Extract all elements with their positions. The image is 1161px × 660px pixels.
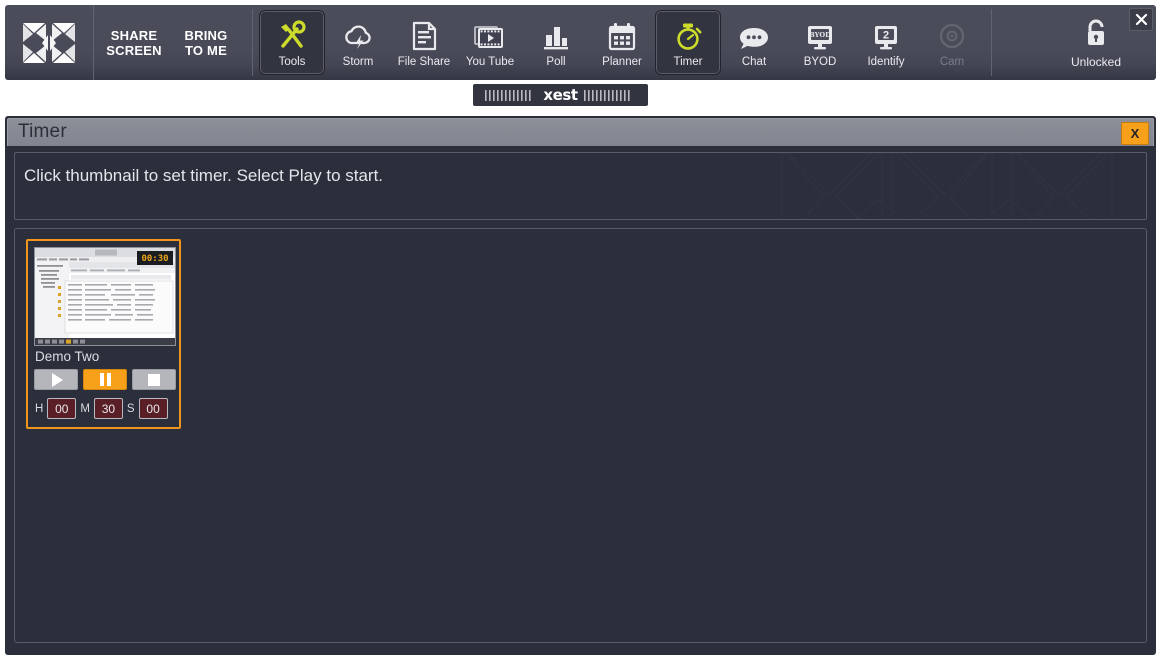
minutes-input[interactable]: 30	[93, 398, 123, 419]
padlock-open-icon	[1088, 19, 1104, 45]
toolbar-item-file-share-label: File Share	[397, 55, 451, 68]
play-icon	[52, 372, 63, 387]
timer-instruction-box: Click thumbnail to set timer. Select Pla…	[14, 152, 1147, 220]
toolbar-item-tools-label: Tools	[278, 55, 306, 68]
timer-panel: Timer X Click thumbnail to set timer. Se…	[5, 116, 1156, 655]
timer-panel-title: Timer	[18, 121, 67, 142]
timer-panel-titlebar: Timer X	[7, 118, 1154, 146]
brand-strip: xest	[473, 84, 648, 106]
watermark-x-logo-icon	[781, 153, 1113, 219]
bring-to-me-button[interactable]: BRING TO ME	[170, 5, 242, 80]
share-screen-button[interactable]: SHARE SCREEN	[98, 5, 170, 80]
pause-icon	[99, 373, 111, 386]
hash-left-decoration	[485, 89, 531, 101]
stop-icon	[148, 373, 160, 386]
toolbar-item-planner[interactable]: Planner	[589, 10, 655, 75]
share-screen-line2: SCREEN	[106, 42, 162, 58]
calendar-icon	[606, 18, 638, 52]
file-share-icon	[409, 18, 439, 52]
hours-label: H	[35, 402, 44, 415]
poll-bars-icon	[540, 18, 572, 52]
toolbar-item-youtube[interactable]: You Tube	[457, 10, 523, 75]
bring-to-me-line1: BRING	[184, 27, 228, 43]
toolbar-item-cam[interactable]: Cam	[919, 10, 985, 75]
byod-monitor-icon: BYOD	[803, 18, 837, 52]
svg-text:BYOD: BYOD	[809, 31, 831, 39]
toolbar-item-chat-label: Chat	[741, 55, 767, 68]
timer-card-name: Demo Two	[35, 349, 100, 364]
hours-input[interactable]: 00	[47, 398, 77, 419]
lock-status-label: Unlocked	[1070, 54, 1122, 69]
identify-monitor-icon: 2	[869, 18, 903, 52]
screenshot-thumbnail-icon: 00:30	[35, 248, 175, 345]
toolbar-item-poll-label: Poll	[546, 55, 566, 68]
toolbar-item-file-share[interactable]: File Share	[391, 10, 457, 75]
timer-thumbnail[interactable]: 00:30	[34, 247, 176, 346]
tools-icon	[276, 18, 308, 52]
app-logo	[5, 5, 94, 80]
toolbar-item-timer-label: Timer	[673, 55, 703, 68]
toolbar-item-identify[interactable]: 2 Identify	[853, 10, 919, 75]
hash-right-decoration	[583, 89, 630, 101]
main-toolbar: SHARE SCREEN BRING TO ME Tools Storm Fil…	[5, 5, 1156, 80]
timer-card-controls	[34, 369, 176, 390]
toolbar-item-byod[interactable]: BYOD BYOD	[787, 10, 853, 75]
seconds-input[interactable]: 00	[138, 398, 168, 419]
bring-to-me-line2: TO ME	[185, 42, 227, 58]
xest-x-logo-icon	[23, 22, 75, 63]
toolbar-item-identify-label: Identify	[867, 55, 905, 68]
stopwatch-icon	[672, 18, 704, 52]
svg-text:2: 2	[883, 29, 889, 41]
toolbar-divider	[252, 9, 253, 76]
timer-card-time-inputs: H 00 M 30 S 00	[35, 398, 168, 419]
timer-card[interactable]: 00:30 Demo Two H 00 M 30 S 00	[26, 239, 181, 429]
toolbar-item-storm-label: Storm	[342, 55, 374, 68]
brand-strip-text: xest	[543, 86, 578, 104]
toolbar-items: Tools Storm File Share You Tube Poll Pla…	[259, 5, 985, 80]
timer-list-area: 00:30 Demo Two H 00 M 30 S 00	[14, 228, 1147, 643]
toolbar-item-storm[interactable]: Storm	[325, 10, 391, 75]
pause-button[interactable]	[83, 369, 127, 390]
minutes-label: M	[80, 402, 90, 415]
toolbar-item-youtube-label: You Tube	[465, 55, 515, 68]
toolbar-item-byod-label: BYOD	[803, 55, 837, 68]
camera-icon	[936, 18, 968, 52]
window-close-button[interactable]	[1129, 8, 1153, 31]
play-button[interactable]	[34, 369, 78, 390]
youtube-icon	[473, 18, 507, 52]
toolbar-divider-right	[991, 9, 992, 76]
toolbar-item-timer[interactable]: Timer	[655, 10, 721, 75]
brand-action-buttons: SHARE SCREEN BRING TO ME	[94, 5, 246, 80]
seconds-label: S	[126, 402, 135, 415]
toolbar-item-poll[interactable]: Poll	[523, 10, 589, 75]
close-icon	[1135, 13, 1147, 26]
toolbar-item-chat[interactable]: Chat	[721, 10, 787, 75]
timer-panel-close-button[interactable]: X	[1121, 122, 1149, 145]
application-window: SHARE SCREEN BRING TO ME Tools Storm Fil…	[0, 0, 1161, 660]
stop-button[interactable]	[132, 369, 176, 390]
share-screen-line1: SHARE	[110, 27, 158, 43]
timer-instruction-text: Click thumbnail to set timer. Select Pla…	[24, 166, 384, 185]
storm-cloud-icon	[342, 18, 374, 52]
toolbar-item-planner-label: Planner	[602, 55, 642, 68]
svg-text:00:30: 00:30	[141, 254, 168, 264]
toolbar-item-tools[interactable]: Tools	[259, 10, 325, 75]
toolbar-item-cam-label: Cam	[939, 55, 965, 68]
chat-bubble-icon	[737, 18, 771, 52]
